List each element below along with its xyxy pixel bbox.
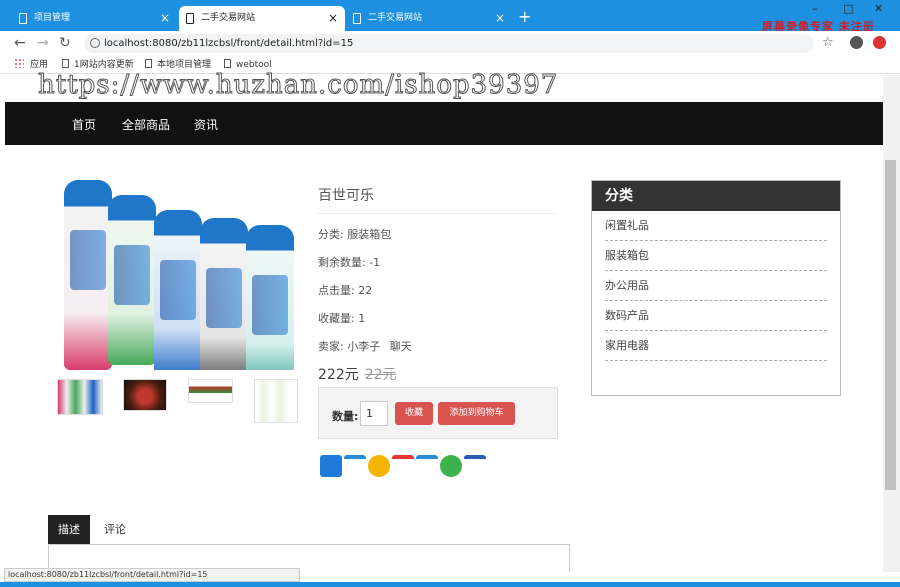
share-star-icon[interactable] [368, 455, 390, 477]
thumbnail-food[interactable] [123, 379, 167, 411]
sidebar-heading: 分类 [592, 181, 840, 211]
bookmark-label: webtool [236, 60, 272, 70]
status-bar: localhost:8080/zb11lzcbsl/front/detail.h… [4, 568, 300, 582]
tab-close-icon[interactable]: × [328, 6, 338, 31]
vertical-scrollbar[interactable] [883, 75, 900, 572]
page-icon [186, 13, 194, 24]
product-clicks: 点击量: 22 [318, 284, 373, 297]
new-tab-button[interactable]: + [518, 8, 531, 26]
update-icon[interactable] [873, 36, 886, 49]
bottle-image [64, 180, 112, 370]
nav-all-products[interactable]: 全部商品 [122, 116, 170, 133]
minimize-button[interactable]: – [812, 2, 818, 15]
sidebar-item-digital-products[interactable]: 数码产品 [605, 301, 827, 331]
forward-button[interactable]: → [37, 35, 49, 51]
share-plus-icon[interactable] [320, 455, 342, 477]
nav-home[interactable]: 首页 [72, 116, 96, 133]
price-row: 222元 22元 [318, 364, 558, 384]
share-weibo-icon[interactable] [392, 455, 414, 477]
bottle-image [154, 210, 202, 370]
quantity-label: 数量: [332, 410, 359, 423]
reload-button[interactable]: ↻ [59, 35, 71, 51]
bottle-image [108, 195, 156, 365]
tab-project-management[interactable]: 项目管理 × [12, 6, 177, 31]
web-page: 首页 全部商品 资讯 百世可乐 分类: 服装箱包 剩余数量: -1 点击量: 2… [5, 75, 883, 572]
bottle-label [206, 268, 242, 328]
bookmark-star-icon[interactable]: ☆ [822, 35, 834, 50]
profile-icon[interactable] [850, 36, 863, 49]
page-icon [353, 13, 361, 24]
sidebar-item-office-supplies[interactable]: 办公用品 [605, 271, 827, 301]
current-price: 222元 [318, 367, 359, 383]
quantity-input[interactable]: 1 [360, 401, 388, 426]
chat-link[interactable]: 聊天 [390, 340, 412, 353]
product-category: 分类: 服装箱包 [318, 228, 392, 241]
tab-secondhand-active[interactable]: 二手交易网站 × [179, 6, 345, 31]
favorite-button[interactable]: 收藏 [395, 402, 433, 425]
category-sidebar: 分类 闲置礼品 服装箱包 办公用品 数码产品 家用电器 [591, 180, 841, 396]
thumbnail-shampoo[interactable] [57, 379, 103, 415]
url-field[interactable]: localhost:8080/zb11lzcbsl/front/detail.h… [84, 34, 814, 53]
thumbnail-bottles[interactable] [254, 379, 298, 423]
tab-secondhand[interactable]: 二手交易网站 × [346, 6, 512, 31]
bottle-label [114, 245, 150, 305]
add-to-cart-button[interactable]: 添加到购物车 [438, 402, 515, 425]
product-favorites: 收藏量: 1 [318, 312, 366, 325]
page-icon [19, 13, 27, 24]
tab-close-icon[interactable]: × [495, 6, 505, 31]
sidebar-item-clothing-bags[interactable]: 服装箱包 [605, 241, 827, 271]
bottle-label [70, 230, 106, 290]
bottle-label [252, 275, 288, 335]
purchase-box: 数量: 1 收藏 添加到购物车 [318, 387, 558, 439]
taskbar-edge [0, 582, 900, 587]
product-main-image [60, 180, 298, 370]
bottle-image [246, 225, 294, 370]
url-text: localhost:8080/zb11lzcbsl/front/detail.h… [104, 38, 354, 49]
product-seller: 卖家: 小李子 [318, 340, 381, 353]
site-navbar: 首页 全部商品 资讯 [5, 102, 883, 145]
site-watermark: https://www.huzhan.com/ishop39397 [37, 70, 559, 101]
scrollbar-thumb[interactable] [885, 160, 896, 490]
bottle-image [200, 218, 248, 370]
sidebar-item-home-appliances[interactable]: 家用电器 [605, 331, 827, 361]
share-buttons [318, 455, 488, 477]
info-icon[interactable] [90, 38, 100, 48]
tab-label: 二手交易网站 [201, 13, 256, 23]
share-tencent-icon[interactable] [416, 455, 438, 477]
tab-description[interactable]: 描述 [48, 515, 90, 545]
maximize-button[interactable]: □ [843, 2, 853, 15]
page-icon [62, 59, 69, 68]
bookmark-label: 应用 [30, 60, 49, 70]
bottle-label [160, 260, 196, 320]
product-info: 百世可乐 分类: 服装箱包 剩余数量: -1 点击量: 22 收藏量: 1 卖家… [318, 185, 558, 407]
bookmark-label: 1网站内容更新 [74, 60, 134, 70]
tab-label: 二手交易网站 [368, 13, 423, 23]
product-title: 百世可乐 [318, 185, 558, 214]
product-stock: 剩余数量: -1 [318, 256, 381, 269]
original-price: 22元 [364, 367, 397, 383]
address-toolbar: ← → ↻ localhost:8080/zb11lzcbsl/front/de… [0, 31, 900, 56]
close-window-button[interactable]: ✕ [874, 2, 883, 15]
tab-reviews[interactable]: 评论 [94, 515, 136, 545]
apps-icon [14, 58, 24, 68]
share-clover-icon[interactable] [440, 455, 462, 477]
page-icon [224, 59, 231, 68]
product-seller-row: 卖家: 小李子 聊天 [318, 338, 558, 354]
back-button[interactable]: ← [14, 35, 26, 51]
share-qzone-icon[interactable] [344, 455, 366, 477]
page-icon [145, 59, 152, 68]
tab-label: 项目管理 [34, 13, 71, 23]
thumbnail-toothpaste[interactable] [188, 379, 233, 403]
sidebar-item-idle-gifts[interactable]: 闲置礼品 [605, 211, 827, 241]
browser-tab-strip: 项目管理 × 二手交易网站 × 二手交易网站 × + – □ ✕ 屏幕录像专家 … [0, 0, 900, 33]
bookmark-label: 本地项目管理 [157, 60, 212, 70]
nav-news[interactable]: 资讯 [194, 116, 218, 133]
share-renren-icon[interactable] [464, 455, 486, 477]
tab-close-icon[interactable]: × [160, 6, 170, 31]
